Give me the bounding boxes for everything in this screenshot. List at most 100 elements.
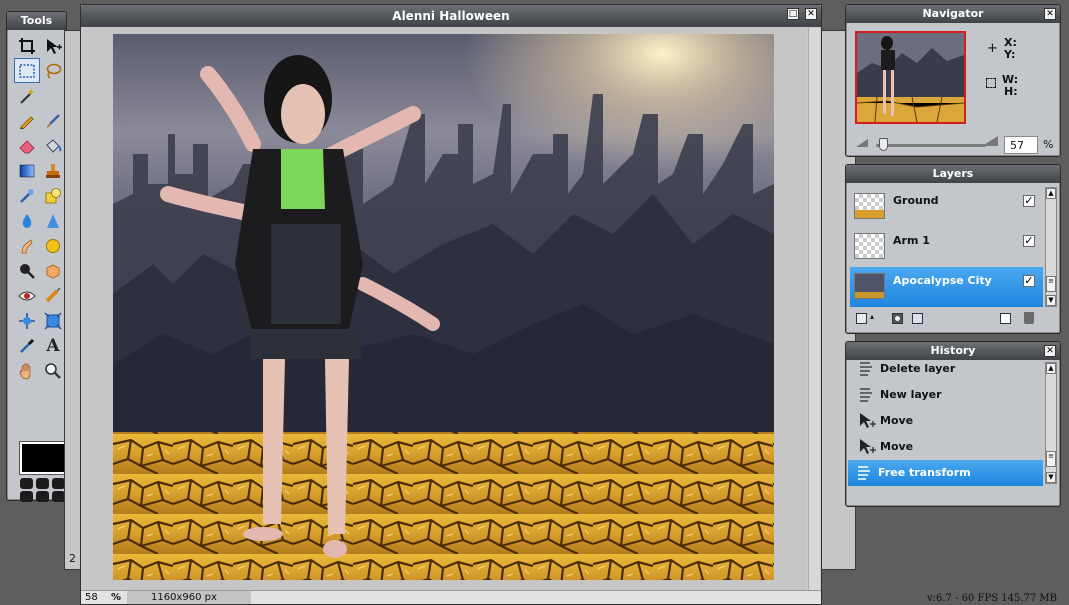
layers-toolbar: ▴ (850, 311, 1056, 329)
maximize-button[interactable]: □ (787, 8, 799, 20)
scroll-down-button[interactable]: ▼ (1046, 295, 1056, 306)
version-status: v:6.7 - 60 FPS 145.77 MB (926, 593, 1057, 604)
history-item[interactable]: Delete layer (850, 356, 1043, 382)
lasso-tool-icon[interactable] (41, 59, 65, 82)
navigator-close-button[interactable]: ✕ (1044, 8, 1056, 20)
sharpen-icon[interactable] (41, 209, 65, 232)
zoom-slider-knob[interactable] (879, 138, 889, 151)
move-tool-icon[interactable] (41, 34, 65, 57)
history-label: Delete layer (880, 362, 956, 375)
layer-mask-icon[interactable] (892, 313, 903, 324)
zoom-in-icon[interactable] (982, 136, 998, 149)
clone-stamp-icon[interactable] (41, 159, 65, 182)
mode-button[interactable] (20, 491, 33, 502)
scroll-up-button[interactable]: ▲ (1046, 363, 1056, 374)
mode-button[interactable] (20, 478, 33, 489)
layers-scrollbar[interactable]: ▲ ≡ ▼ (1045, 187, 1057, 307)
layer-visibility-checkbox[interactable]: ✓ (1023, 195, 1035, 207)
eyedropper-icon[interactable] (15, 334, 39, 357)
mode-button[interactable] (36, 491, 49, 502)
zoom-value[interactable]: 58 (85, 591, 111, 604)
scroll-down-button[interactable]: ▼ (1046, 472, 1056, 483)
document-history-icon (858, 466, 870, 480)
layer-thumbnail (854, 233, 885, 259)
zoom-tool-icon[interactable] (41, 359, 65, 382)
mode-button[interactable] (36, 478, 49, 489)
crop-tool-icon[interactable] (15, 34, 39, 57)
blur-drop-icon[interactable] (15, 209, 39, 232)
close-button[interactable]: ✕ (805, 8, 817, 20)
eraser-icon[interactable] (15, 134, 39, 157)
layer-visibility-checkbox[interactable]: ✓ (1023, 235, 1035, 247)
zoom-unit: % (111, 592, 122, 603)
navigator-thumbnail[interactable] (855, 31, 966, 124)
history-item[interactable]: New layer (850, 382, 1043, 408)
scroll-thumb[interactable]: ≡ (1046, 451, 1056, 467)
vertical-scrollbar[interactable] (808, 28, 820, 592)
smudge-icon[interactable] (15, 234, 39, 257)
navigator-zoom-input[interactable]: 57 (1004, 136, 1038, 154)
document-history-icon (860, 362, 872, 376)
zoom-out-icon[interactable] (856, 137, 868, 150)
status-bar: 58 % 1160x960 px (81, 590, 821, 604)
image-size: 1160x960 px (127, 591, 251, 604)
sponge-icon[interactable] (41, 234, 65, 257)
layer-row-arm-1[interactable]: Arm 1 ✓ (850, 227, 1043, 267)
hand-tool-icon[interactable] (15, 359, 39, 382)
primary-color-swatch[interactable] (19, 441, 67, 475)
history-scrollbar[interactable]: ▲ ≡ ▼ (1045, 362, 1057, 484)
paint-bucket-icon[interactable] (41, 134, 65, 157)
zoom-burn-icon[interactable] (15, 259, 39, 282)
magic-wand-icon[interactable] (15, 84, 39, 107)
new-layer-icon[interactable] (1000, 313, 1011, 324)
dropdown-arrow-icon[interactable]: ▴ (870, 312, 874, 321)
zoom-slider-track[interactable] (876, 144, 986, 147)
bloat-icon[interactable] (41, 284, 65, 307)
pinch-icon[interactable] (15, 309, 39, 332)
history-label: New layer (880, 388, 942, 401)
spherize-icon[interactable] (41, 309, 65, 332)
tool-grid: A (14, 34, 67, 384)
tools-panel: Tools A (6, 11, 67, 502)
marquee-tool-icon[interactable] (14, 58, 40, 83)
layer-visibility-checkbox[interactable]: ✓ (1023, 275, 1035, 287)
dodge-icon[interactable] (41, 259, 65, 282)
scroll-up-button[interactable]: ▲ (1046, 188, 1056, 199)
layer-thumbnail (854, 273, 885, 299)
history-item-selected[interactable]: Free transform (848, 460, 1043, 486)
navigator-title: Navigator (922, 7, 984, 20)
delete-layer-icon[interactable] (1024, 312, 1034, 324)
gradient-icon[interactable] (15, 159, 39, 182)
history-close-button[interactable]: ✕ (1044, 345, 1056, 357)
layer-thumbnail (854, 193, 885, 219)
shapes-icon[interactable] (41, 184, 65, 207)
history-label: Move (880, 440, 914, 453)
layer-row-ground[interactable]: Ground ✓ (850, 187, 1043, 227)
pencil-icon[interactable] (15, 109, 39, 132)
scroll-thumb[interactable]: ≡ (1046, 276, 1056, 292)
red-eye-icon[interactable] (15, 284, 39, 307)
history-label: Move (880, 414, 914, 427)
layers-title-bar[interactable]: Layers (846, 165, 1060, 183)
history-panel: History ✕ Delete layer New layer Move Mo… (845, 341, 1061, 507)
document-title: Alenni Halloween (392, 9, 510, 23)
layer-name: Apocalypse City (893, 274, 992, 287)
color-replace-icon[interactable] (15, 184, 39, 207)
blank-tool-slot (41, 84, 65, 107)
layer-settings-icon[interactable] (856, 313, 867, 324)
position-crosshair-icon: + (987, 41, 998, 56)
layer-style-icon[interactable] (912, 313, 923, 324)
history-item[interactable]: Move (850, 434, 1043, 460)
type-tool-icon[interactable]: A (41, 334, 65, 357)
brush-icon[interactable] (41, 109, 65, 132)
navigator-title-bar[interactable]: Navigator ✕ (846, 5, 1060, 23)
layer-row-apocalypse-city[interactable]: Apocalypse City ✓ (850, 267, 1043, 307)
history-item[interactable]: Move (850, 408, 1043, 434)
tools-title: Tools (7, 12, 66, 30)
document-history-icon (860, 388, 872, 402)
layers-title: Layers (932, 167, 974, 180)
document-title-bar[interactable]: Alenni Halloween □ ✕ (81, 5, 821, 27)
canvas-image[interactable] (113, 34, 774, 580)
navigator-panel: Navigator ✕ + X: Y: W: H: 57 % (845, 4, 1061, 157)
y-label: Y: (1004, 48, 1016, 61)
